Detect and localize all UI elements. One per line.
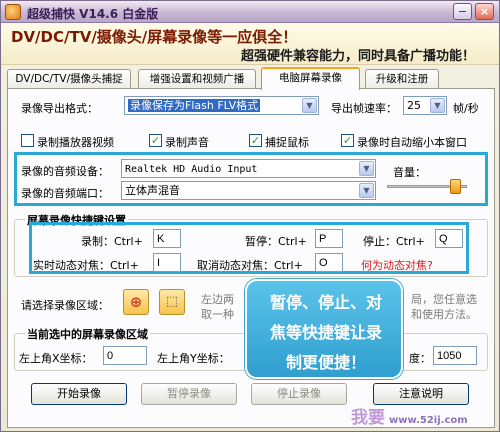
fps-dropdown[interactable]: 25 ▼ (403, 96, 447, 115)
callout-line-3: 制更便捷！ (285, 353, 366, 372)
notes-button[interactable]: 注意说明 (373, 383, 469, 405)
area-hint-2-tail: 和使用方法。 (411, 308, 477, 321)
tab-screen-recording[interactable]: 电脑屏幕录像 (261, 67, 360, 90)
banner-headline: DV/DC/TV/摄像头/屏幕录像等一应俱全！ (11, 28, 298, 46)
capture-mouse-label: 捕捉鼠标 (265, 136, 309, 149)
stop-hotkey-input[interactable] (435, 229, 463, 248)
tab-upgrade-register[interactable]: 升级和注册 (365, 69, 439, 89)
volume-slider-thumb[interactable] (450, 179, 461, 194)
x-coord-input[interactable] (103, 346, 147, 365)
auto-minimize-checkbox[interactable]: ✓ (341, 134, 354, 147)
area-hint-1-tail: 局，您任意选 (411, 293, 477, 306)
hotkey-callout: 暂停、停止、对 焦等快捷键让录 制更便捷！ (245, 279, 403, 379)
promo-banner: DV/DC/TV/摄像头/屏幕录像等一应俱全！ 超强硬件兼容能力，同时具备广播功… (1, 23, 499, 65)
watermark-url: www.52ij.com (389, 415, 468, 426)
window-title: 超级捕快 V14.6 白金版 (27, 7, 159, 21)
record-hotkey-input[interactable] (153, 229, 181, 248)
width-label: 度： (409, 352, 431, 365)
audio-device-value: Realtek HD Audio Input (125, 164, 258, 175)
app-logo-icon (5, 4, 21, 20)
title-bar[interactable]: 超级捕快 V14.6 白金版 − × (1, 1, 499, 23)
watermark-text: 我要 (351, 408, 385, 428)
auto-minimize-label: 录像时自动缩小本窗口 (357, 136, 467, 149)
volume-label: 音量： (393, 166, 426, 179)
focus-hotkey-label: 实时动态对焦：Ctrl+ (33, 259, 139, 272)
unfocus-hotkey-input[interactable] (315, 253, 343, 272)
fps-label: 导出帧速率： (331, 102, 397, 115)
fps-value: 25 (407, 99, 421, 112)
audio-device-dropdown[interactable]: Realtek HD Audio Input ▼ (121, 159, 376, 178)
record-sound-checkbox[interactable]: ✓ (149, 134, 162, 147)
current-area-title: 当前选中的屏幕录像区域 (25, 326, 150, 342)
x-coord-label: 左上角X坐标： (19, 352, 93, 365)
custom-area-button[interactable]: ⬚ (159, 289, 185, 315)
record-player-video-label: 录制播放器视频 (37, 136, 114, 149)
width-input[interactable] (433, 346, 477, 365)
pause-recording-button[interactable]: 暂停录像 (141, 383, 237, 405)
area-select-label: 请选择录像区域： (21, 299, 109, 312)
format-dropdown[interactable]: 录像保存为Flash FLV格式 ▼ (124, 96, 319, 115)
pause-hotkey-label: 暂停：Ctrl+ (245, 235, 307, 248)
volume-slider[interactable] (387, 179, 467, 194)
start-recording-button[interactable]: 开始录像 (31, 383, 127, 405)
format-label: 录像导出格式： (21, 102, 98, 115)
pause-hotkey-input[interactable] (315, 229, 343, 248)
dynamic-focus-help-link[interactable]: 何为动态对焦? (361, 257, 433, 273)
audio-port-value: 立体声混音 (125, 184, 180, 197)
tab-enhanced-settings[interactable]: 增强设置和视频广播 (138, 69, 256, 89)
capture-mouse-checkbox[interactable]: ✓ (249, 134, 262, 147)
focus-hotkey-input[interactable] (153, 253, 181, 272)
fullscreen-area-button[interactable]: ⊕ (123, 289, 149, 315)
close-button[interactable]: × (475, 3, 494, 20)
record-sound-label: 录制声音 (165, 136, 209, 149)
banner-subline: 超强硬件兼容能力，同时具备广播功能！ (241, 49, 476, 64)
stop-hotkey-label: 停止：Ctrl+ (363, 235, 425, 248)
record-player-video-checkbox[interactable] (21, 134, 34, 147)
audio-port-label: 录像的音频端口： (21, 187, 109, 200)
area-hint-1: 左边两 (201, 293, 234, 306)
chevron-down-icon: ▼ (359, 161, 374, 176)
minimize-button[interactable]: − (453, 3, 472, 20)
chevron-down-icon: ▼ (430, 98, 445, 113)
audio-device-label: 录像的音频设备： (21, 165, 109, 178)
unfocus-hotkey-label: 取消动态对焦：Ctrl+ (197, 259, 303, 272)
chevron-down-icon: ▼ (302, 98, 317, 113)
chevron-down-icon: ▼ (359, 183, 374, 198)
audio-port-dropdown[interactable]: 立体声混音 ▼ (121, 181, 376, 200)
stop-recording-button[interactable]: 停止录像 (251, 383, 347, 405)
callout-line-1: 暂停、停止、对 (269, 293, 382, 312)
callout-line-2: 焦等快捷键让录 (269, 323, 382, 342)
format-value: 录像保存为Flash FLV格式 (128, 99, 261, 112)
fps-unit: 帧/秒 (453, 102, 479, 115)
record-hotkey-label: 录制：Ctrl+ (81, 235, 143, 248)
app-window: 超级捕快 V14.6 白金版 − × DV/DC/TV/摄像头/屏幕录像等一应俱… (0, 0, 500, 432)
area-hint-2: 取一种 (201, 308, 234, 321)
y-coord-label: 左上角Y坐标： (157, 352, 230, 365)
tab-dv-capture[interactable]: DV/DC/TV/摄像头捕捉 (7, 69, 131, 89)
